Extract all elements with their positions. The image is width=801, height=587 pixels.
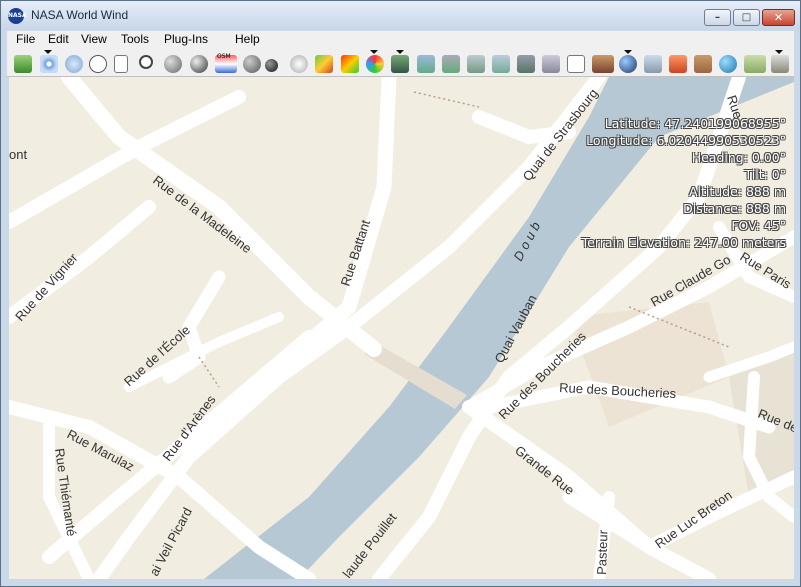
menu-bar: File Edit View Tools Plug-Ins Help: [7, 31, 794, 49]
longitude-readout: Longitude: 6.02044990530523°: [586, 133, 786, 148]
scale-bar-icon[interactable]: [114, 55, 128, 73]
aqua-image-icon[interactable]: [442, 55, 460, 73]
menu-help[interactable]: Help: [235, 32, 260, 46]
osm-label: OSM: [217, 53, 231, 60]
heading-readout: Heading: 0.00°: [691, 150, 786, 165]
tilt-readout: Tilt: 0°: [744, 167, 787, 182]
satellite-icon[interactable]: [592, 55, 614, 73]
title-bar[interactable]: NASA NASA World Wind – □ ✕: [1, 1, 800, 30]
landcover-icon[interactable]: [517, 55, 535, 73]
place-names-icon[interactable]: [567, 55, 585, 73]
map-icon[interactable]: [744, 55, 766, 73]
landsat-image-icon[interactable]: OSM: [215, 53, 237, 73]
menu-tools[interactable]: Tools: [121, 32, 149, 46]
minimize-button[interactable]: –: [704, 9, 731, 26]
menu-file[interactable]: File: [16, 32, 35, 46]
gazetteer-icon[interactable]: [542, 55, 560, 73]
minimize-icon: –: [715, 12, 720, 23]
terrain-elevation-readout: Terrain Elevation: 247.00 meters: [581, 235, 786, 250]
magnifier-icon[interactable]: [139, 55, 153, 69]
globe-view-icon[interactable]: [619, 55, 637, 73]
menu-view[interactable]: View: [81, 32, 107, 46]
modis-image-icon[interactable]: [467, 55, 485, 73]
usgs-topo-icon[interactable]: [315, 55, 333, 73]
download-icon[interactable]: [771, 55, 789, 73]
street-label: Pasteur: [594, 529, 611, 575]
compass-icon[interactable]: [89, 55, 107, 73]
toolbar: OSM: [7, 49, 794, 77]
seasonal-image-icon[interactable]: [492, 55, 510, 73]
earth-globe-icon[interactable]: [190, 55, 208, 73]
maximize-icon: □: [741, 12, 752, 23]
menu-plugins[interactable]: Plug-Ins: [164, 32, 208, 46]
app-window: NASA NASA World Wind – □ ✕ File Edit Vie…: [0, 0, 801, 587]
color-relief-icon[interactable]: [341, 55, 359, 73]
dropdown-arrow-icon[interactable]: [370, 50, 378, 54]
world-icon[interactable]: [719, 55, 737, 73]
moon-globe-icon[interactable]: [243, 55, 261, 73]
crosshair-icon[interactable]: [40, 55, 58, 73]
zoomit-icon[interactable]: [391, 55, 409, 73]
maximize-button[interactable]: □: [733, 9, 760, 26]
terra-image-icon[interactable]: [417, 55, 435, 73]
latitude-readout: Latitude: 47.240199068955°: [604, 116, 786, 131]
dark-globe-icon[interactable]: [265, 59, 278, 72]
blue-marble-icon[interactable]: [164, 55, 182, 73]
pdf-icon[interactable]: [669, 55, 687, 73]
dropdown-arrow-icon[interactable]: [775, 50, 783, 54]
street-label: ont: [9, 147, 27, 162]
dropdown-arrow-icon[interactable]: [624, 50, 632, 54]
status-overlay: Latitude: 47.240199068955° Longitude: 6.…: [582, 115, 786, 251]
fov-readout: FOV: 45°: [731, 218, 786, 233]
dropdown-arrow-icon[interactable]: [44, 50, 52, 54]
map-view[interactable]: D o u b Quai de Strasbourg Rue de la Mad…: [9, 77, 794, 579]
cloud-layer-icon[interactable]: [290, 55, 308, 73]
distance-readout: Distance: 888 m: [683, 201, 786, 216]
layer-stack-icon[interactable]: [14, 55, 32, 73]
latlon-grid-icon[interactable]: [65, 55, 83, 73]
window-title: NASA World Wind: [31, 8, 129, 22]
close-icon: ✕: [773, 11, 784, 24]
tile-icon[interactable]: [644, 55, 662, 73]
nasa-logo-icon: NASA: [8, 8, 27, 24]
menu-edit[interactable]: Edit: [48, 32, 69, 46]
altitude-readout: Altitude: 888 m: [688, 184, 786, 199]
dropdown-arrow-icon[interactable]: [396, 50, 404, 54]
close-button[interactable]: ✕: [762, 9, 795, 26]
rainbow-icon[interactable]: [366, 55, 384, 73]
brick-icon[interactable]: [694, 55, 712, 73]
